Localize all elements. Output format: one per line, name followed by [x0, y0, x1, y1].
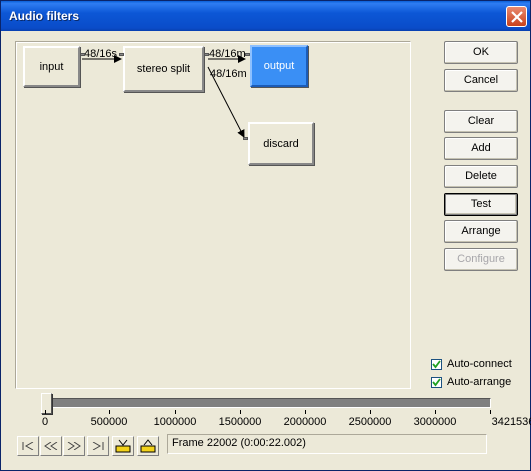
- timeline-tick: [370, 410, 371, 414]
- timeline-thumb[interactable]: [41, 393, 52, 414]
- filter-node-label: output: [263, 60, 295, 72]
- filter-node-input[interactable]: input: [23, 46, 80, 87]
- audio-filters-dialog: Audio filters 48/16s 48/16m 48/16m input: [0, 0, 531, 471]
- ok-button[interactable]: OK: [444, 41, 518, 64]
- close-icon: [511, 11, 523, 23]
- fast-forward-icon: [67, 442, 81, 450]
- timeline-tick: [490, 410, 491, 414]
- arrange-button[interactable]: Arrange: [444, 220, 518, 243]
- skip-to-start-icon: [22, 442, 34, 450]
- input-pin[interactable]: [245, 53, 250, 56]
- edge-label-split-output: 48/16m: [209, 48, 246, 60]
- filter-node-label: discard: [263, 137, 299, 150]
- filter-node-stereo-split[interactable]: stereo split: [123, 46, 204, 92]
- checkmark-icon: [432, 360, 441, 369]
- input-pin[interactable]: [119, 53, 124, 56]
- edge-label-input-split: 48/16s: [84, 48, 118, 60]
- close-button[interactable]: [506, 6, 527, 27]
- mark-out-icon: [140, 439, 156, 453]
- cancel-button[interactable]: Cancel: [444, 69, 518, 92]
- mark-in-button[interactable]: [112, 436, 134, 456]
- rewind-icon: [44, 442, 58, 450]
- checkbox-box[interactable]: [431, 359, 442, 370]
- go-to-end-button[interactable]: [87, 436, 109, 456]
- clear-button[interactable]: Clear: [444, 110, 518, 133]
- output-pin[interactable]: [80, 53, 85, 56]
- output-pin[interactable]: [204, 53, 209, 56]
- delete-button[interactable]: Delete: [444, 165, 518, 188]
- input-pin[interactable]: [243, 137, 248, 140]
- go-to-start-button[interactable]: [17, 436, 39, 456]
- frame-status: Frame 22002 (0:00:22.002): [167, 434, 487, 454]
- configure-button[interactable]: Configure: [444, 248, 518, 271]
- timeline-tick-label: 1500000: [218, 416, 262, 428]
- rewind-button[interactable]: [40, 436, 62, 456]
- filter-node-output[interactable]: output: [250, 45, 308, 87]
- filter-graph-canvas[interactable]: 48/16s 48/16m 48/16m input stereo split …: [15, 41, 411, 389]
- timeline-tick-label: 3421536: [491, 416, 531, 428]
- timeline-tick-label: 1000000: [153, 416, 197, 428]
- checkbox-label: Auto-arrange: [447, 376, 512, 388]
- auto-connect-checkbox[interactable]: Auto-connect: [431, 358, 531, 372]
- timeline-tick: [305, 410, 306, 414]
- mark-in-icon: [115, 439, 131, 453]
- timeline-tick-label: 2500000: [348, 416, 392, 428]
- checkbox-label: Auto-connect: [447, 358, 512, 370]
- timeline-tick: [109, 410, 110, 414]
- timeline-tick-label: 500000: [90, 416, 128, 428]
- window-title: Audio filters: [9, 9, 80, 23]
- title-bar[interactable]: Audio filters: [1, 1, 530, 31]
- timeline-tick: [240, 410, 241, 414]
- filter-node-label: input: [39, 60, 64, 73]
- checkmark-icon: [432, 378, 441, 387]
- timeline-tick-label: 2000000: [283, 416, 327, 428]
- checkbox-box[interactable]: [431, 377, 442, 388]
- timeline-tick: [435, 410, 436, 414]
- timeline-tick-label: 3000000: [413, 416, 457, 428]
- fast-forward-button[interactable]: [63, 436, 85, 456]
- test-button[interactable]: Test: [444, 193, 518, 216]
- auto-arrange-checkbox[interactable]: Auto-arrange: [431, 376, 531, 390]
- timeline-tick: [175, 410, 176, 414]
- filter-connections: [82, 55, 246, 138]
- add-button[interactable]: Add: [444, 137, 518, 160]
- timeline-tick: [45, 410, 46, 414]
- skip-to-end-icon: [92, 442, 104, 450]
- filter-node-discard[interactable]: discard: [248, 122, 314, 165]
- filter-node-label: stereo split: [136, 63, 191, 75]
- edge-label-split-discard: 48/16m: [210, 68, 247, 80]
- mark-out-button[interactable]: [137, 436, 159, 456]
- timeline-track[interactable]: [45, 398, 491, 408]
- timeline-tick-label: 0: [41, 416, 49, 428]
